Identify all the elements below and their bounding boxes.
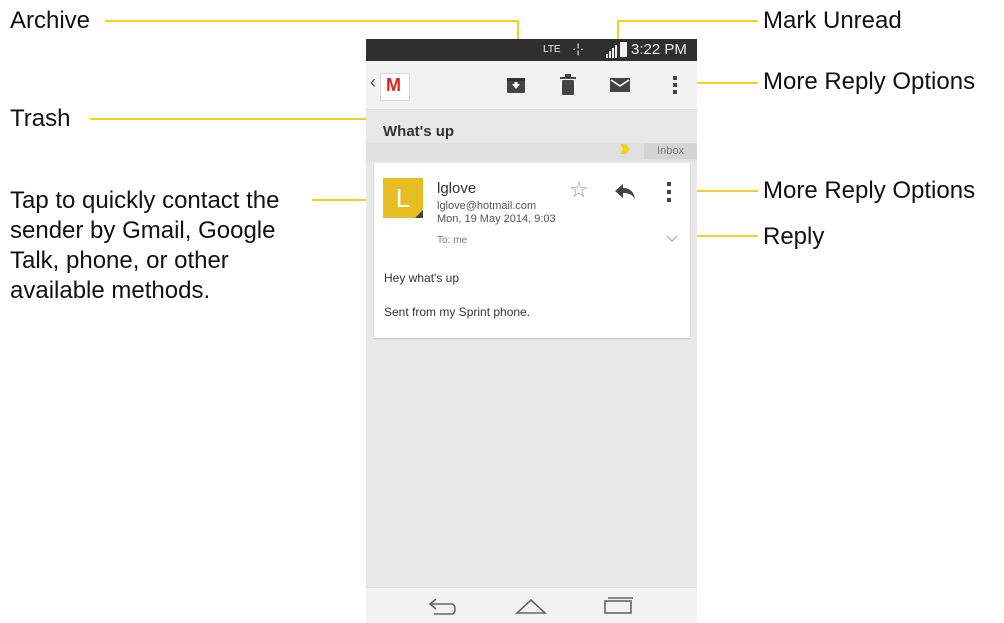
chevron-down-icon[interactable] <box>666 235 678 243</box>
callout-archive: Archive <box>10 7 91 34</box>
battery-icon <box>620 42 627 57</box>
gps-icon: ·¦· <box>572 41 585 56</box>
more-vert-icon[interactable] <box>663 73 687 97</box>
callout-more-reply-options-top: More Reply Options <box>763 68 976 95</box>
gmail-logo-letter: M <box>386 75 401 95</box>
sender-email: lglove@hotmail.com <box>437 200 537 212</box>
archive-icon[interactable] <box>504 73 528 97</box>
status-bar: LTE ·¦· 3:22 PM <box>366 39 697 61</box>
phone-screen: LTE ·¦· 3:22 PM ‹ M What's up Inbox L lg… <box>366 39 697 623</box>
callout-mark-unread: Mark Unread <box>763 7 902 34</box>
leader-mark-unread-h <box>617 20 758 22</box>
home-icon[interactable] <box>514 594 548 618</box>
inbox-label[interactable]: Inbox <box>644 143 697 159</box>
message-body-line2: Sent from my Sprint phone. <box>384 305 531 319</box>
label-marker-icon <box>620 144 630 154</box>
status-time: 3:22 PM <box>631 41 687 58</box>
gmail-logo[interactable]: M <box>380 73 410 101</box>
callout-contact: Tap to quickly contact the sender by Gma… <box>10 187 280 304</box>
nav-bar <box>366 587 697 623</box>
thread-subject: What's up <box>383 123 455 140</box>
callout-reply: Reply <box>763 223 825 250</box>
trash-icon[interactable] <box>556 73 580 97</box>
leader-archive-h <box>105 20 519 22</box>
reply-icon[interactable] <box>614 183 636 201</box>
signal-icon <box>606 45 617 58</box>
network-label: LTE <box>543 44 561 55</box>
recipient-line: To: me <box>437 235 468 246</box>
message-body-line1: Hey what's up <box>384 271 459 285</box>
leader-more-top <box>687 82 758 84</box>
app-bar: ‹ M <box>366 61 697 110</box>
callout-trash: Trash <box>10 105 71 132</box>
callout-more-reply-options-card: More Reply Options <box>763 177 976 204</box>
avatar-corner <box>415 210 423 218</box>
mail-icon[interactable] <box>608 73 632 97</box>
star-icon[interactable]: ☆ <box>569 177 589 203</box>
message-card: L lglove lglove@hotmail.com Mon, 19 May … <box>374 163 690 338</box>
message-more-vert-icon[interactable] <box>666 181 672 203</box>
message-date: Mon, 19 May 2014, 9:03 <box>437 213 556 225</box>
avatar-letter: L <box>395 183 411 213</box>
sender-avatar[interactable]: L <box>383 178 423 218</box>
back-icon[interactable] <box>426 594 460 618</box>
up-chevron-icon[interactable]: ‹ <box>370 72 376 93</box>
recents-icon[interactable] <box>602 594 636 618</box>
sender-name: lglove <box>437 180 477 197</box>
